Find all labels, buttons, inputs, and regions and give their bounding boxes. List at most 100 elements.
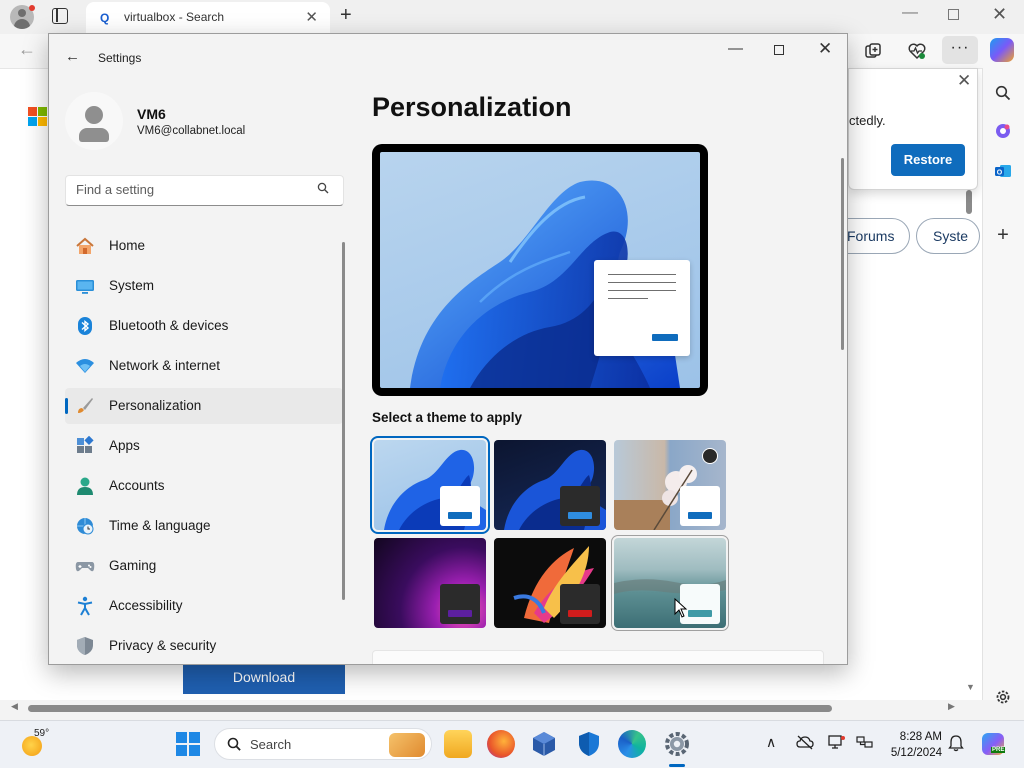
sidebar-settings-gear-icon[interactable] bbox=[992, 686, 1014, 708]
restore-button[interactable]: Restore bbox=[891, 144, 965, 176]
content-scrollbar[interactable] bbox=[841, 158, 844, 350]
firefox-icon[interactable] bbox=[487, 730, 515, 758]
find-setting-input[interactable] bbox=[76, 182, 306, 197]
settings-maximize-button[interactable] bbox=[774, 45, 784, 55]
browser-tabstrip: Q virtualbox - Search ✕ + — ✕ bbox=[0, 0, 1024, 34]
pre-badge: PRE bbox=[991, 747, 1006, 753]
start-button[interactable] bbox=[176, 732, 200, 756]
taskbar-search[interactable]: Search bbox=[214, 728, 432, 760]
nav-item-network[interactable]: Network & internet bbox=[65, 348, 343, 384]
user-email: VM6@collabnet.local bbox=[137, 125, 246, 137]
clock-time: 8:28 AM bbox=[899, 731, 942, 743]
search-favicon-icon: Q bbox=[100, 11, 110, 25]
copilot-sidebar-icon[interactable] bbox=[992, 120, 1014, 142]
nav-item-accessibility[interactable]: Accessibility bbox=[65, 588, 343, 624]
clock-date: 5/12/2024 bbox=[890, 747, 942, 759]
windows-security-icon[interactable] bbox=[575, 730, 603, 758]
microsoft-logo[interactable] bbox=[28, 107, 47, 126]
restore-notification: ctedly. ✕ Restore bbox=[848, 68, 978, 190]
scroll-left-arrow-icon[interactable]: ◀ bbox=[11, 701, 18, 712]
copilot-icon[interactable] bbox=[990, 38, 1014, 62]
bluetooth-icon bbox=[78, 317, 92, 335]
theme-preview bbox=[372, 144, 708, 396]
browser-close-button[interactable]: ✕ bbox=[992, 4, 1007, 25]
search-highlight-image bbox=[389, 733, 425, 757]
download-button[interactable]: Download bbox=[183, 660, 345, 694]
home-icon bbox=[76, 237, 94, 254]
browser-tab[interactable]: Q virtualbox - Search ✕ bbox=[86, 2, 330, 34]
theme-section-heading: Select a theme to apply bbox=[372, 410, 523, 425]
notification-bell-icon[interactable] bbox=[948, 734, 964, 752]
nav-item-privacy[interactable]: Privacy & security bbox=[65, 628, 343, 664]
nav-item-gaming[interactable]: Gaming bbox=[65, 548, 343, 584]
new-tab-button[interactable]: + bbox=[340, 4, 352, 27]
nav-item-time-language[interactable]: Time & language bbox=[65, 508, 343, 544]
tab-actions-icon[interactable] bbox=[52, 8, 68, 24]
page-title: Personalization bbox=[372, 92, 572, 122]
settings-app-icon[interactable] bbox=[663, 730, 691, 758]
brush-icon bbox=[78, 398, 93, 413]
system-icon bbox=[76, 280, 94, 294]
theme-tile-windows-dark[interactable] bbox=[494, 440, 606, 530]
theme-tile-flow[interactable] bbox=[611, 535, 729, 631]
outlook-icon[interactable]: O bbox=[992, 160, 1014, 182]
settings-nav: Home System Bluetooth & devices Network … bbox=[65, 228, 343, 664]
display-icon[interactable] bbox=[828, 734, 846, 750]
theme-tile-glow[interactable] bbox=[374, 538, 486, 628]
browser-maximize-button[interactable] bbox=[948, 9, 959, 20]
nav-item-bluetooth[interactable]: Bluetooth & devices bbox=[65, 308, 343, 344]
settings-back-button[interactable]: ← bbox=[65, 48, 80, 65]
browser-essentials-icon[interactable] bbox=[906, 40, 928, 62]
cloud-offline-icon[interactable] bbox=[796, 734, 814, 750]
show-hidden-icons-chevron-icon[interactable]: ∧ bbox=[766, 734, 776, 751]
shield-icon bbox=[77, 637, 93, 655]
notification-text: ctedly. bbox=[849, 113, 886, 128]
settings-and-more-button[interactable]: ··· bbox=[942, 36, 978, 64]
edge-sidebar: O + bbox=[982, 68, 1024, 704]
background-setting-card[interactable] bbox=[372, 650, 824, 664]
weather-temperature: 59° bbox=[34, 728, 50, 739]
find-setting-search[interactable] bbox=[65, 175, 344, 206]
file-explorer-icon[interactable] bbox=[444, 730, 472, 758]
svg-text:O: O bbox=[997, 170, 1003, 177]
add-sidebar-app-icon[interactable]: + bbox=[992, 224, 1014, 246]
virtualbox-icon[interactable] bbox=[530, 730, 558, 758]
user-avatar[interactable] bbox=[65, 92, 123, 150]
system-pill[interactable]: Syste bbox=[916, 218, 980, 254]
network-icon[interactable] bbox=[856, 734, 874, 750]
theme-tile-flowers[interactable] bbox=[614, 440, 726, 530]
weather-sun-icon[interactable] bbox=[22, 736, 42, 756]
page-scrollbar-thumb[interactable] bbox=[966, 190, 972, 214]
search-icon bbox=[227, 737, 241, 751]
settings-minimize-button[interactable]: — bbox=[728, 40, 743, 57]
nav-item-system[interactable]: System bbox=[65, 268, 343, 304]
taskbar-clock[interactable]: 8:28 AM 5/12/2024 bbox=[880, 729, 942, 761]
edge-icon[interactable] bbox=[618, 730, 646, 758]
notification-dot bbox=[29, 5, 35, 11]
browser-back-button[interactable]: ← bbox=[18, 39, 36, 60]
gamepad-icon bbox=[75, 562, 95, 572]
settings-close-button[interactable]: ✕ bbox=[818, 39, 832, 59]
tab-close-icon[interactable]: ✕ bbox=[305, 8, 318, 26]
theme-tile-captured-motion[interactable] bbox=[494, 538, 606, 628]
preview-dialog bbox=[594, 260, 690, 356]
mouse-cursor-icon bbox=[674, 598, 688, 618]
accounts-icon bbox=[77, 477, 93, 495]
search-icon[interactable] bbox=[992, 82, 1014, 104]
collections-icon[interactable] bbox=[862, 40, 884, 62]
scroll-right-arrow-icon[interactable]: ▶ bbox=[948, 701, 955, 712]
browser-minimize-button[interactable]: — bbox=[902, 4, 918, 22]
nav-item-personalization[interactable]: Personalization bbox=[65, 388, 343, 424]
notification-close-icon[interactable]: ✕ bbox=[957, 71, 971, 91]
nav-item-apps[interactable]: Apps bbox=[65, 428, 343, 464]
nav-item-home[interactable]: Home bbox=[65, 228, 343, 264]
horizontal-scrollbar-thumb[interactable] bbox=[28, 705, 832, 712]
settings-window-title: Settings bbox=[98, 51, 142, 65]
globe-clock-icon bbox=[77, 518, 94, 535]
nav-item-accounts[interactable]: Accounts bbox=[65, 468, 343, 504]
scroll-down-arrow-icon[interactable]: ▼ bbox=[966, 682, 975, 692]
search-icon bbox=[317, 182, 329, 194]
tab-title: virtualbox - Search bbox=[124, 10, 225, 24]
theme-tile-windows-light[interactable] bbox=[370, 436, 490, 534]
nav-scrollbar[interactable] bbox=[342, 242, 345, 600]
